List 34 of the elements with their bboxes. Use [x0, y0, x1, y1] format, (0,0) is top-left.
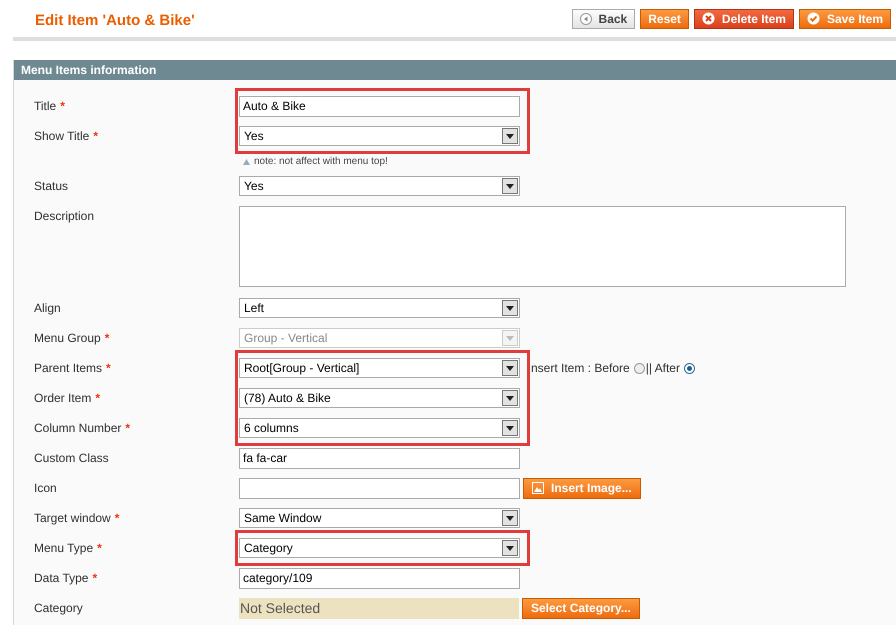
page-title: Edit Item 'Auto & Bike': [35, 11, 195, 32]
dropdown[interactable]: Yes: [239, 176, 520, 196]
dropdown[interactable]: (78) Auto & Bike: [239, 388, 520, 408]
radio-label: nsert Item : Before: [531, 360, 630, 377]
field-label: Column Number *: [34, 420, 130, 437]
field-label: Description: [34, 208, 94, 225]
dropdown[interactable]: Root[Group - Vertical]: [239, 358, 520, 378]
field-label: Parent Items *: [34, 360, 111, 377]
text-field[interactable]: Auto & Bike: [239, 96, 520, 116]
field-label: Category: [34, 600, 83, 617]
field-label: Menu Type *: [34, 540, 102, 557]
dropdown[interactable]: Category: [239, 538, 520, 558]
field-note: note: not affect with menu top!: [243, 154, 388, 169]
delete-button[interactable]: Delete Item: [694, 8, 794, 28]
section-header: Menu Items information: [14, 60, 896, 80]
field-label: Title *: [34, 98, 65, 115]
dropdown[interactable]: 6 columns: [239, 418, 520, 438]
text-field[interactable]: category/109: [239, 568, 520, 588]
field-label: Align: [34, 300, 61, 317]
dropdown[interactable]: Left: [239, 298, 520, 318]
text-field[interactable]: fa fa-car: [239, 448, 520, 468]
category-value: Not Selected: [239, 598, 519, 618]
back-button[interactable]: Back: [572, 8, 636, 28]
dropdown[interactable]: Same Window: [239, 508, 520, 528]
field-label: Target window *: [34, 510, 120, 527]
field-label: Order Item *: [34, 390, 100, 407]
field-label: Status: [34, 178, 68, 195]
field-label: Custom Class: [34, 450, 109, 467]
field-label: Show Title *: [34, 128, 98, 145]
field-label: Data Type *: [34, 570, 98, 587]
dropdown[interactable]: Yes: [239, 126, 520, 146]
radio-label: || After: [646, 360, 680, 377]
field-label: Menu Group *: [34, 330, 110, 347]
field-label: Icon: [34, 480, 57, 497]
